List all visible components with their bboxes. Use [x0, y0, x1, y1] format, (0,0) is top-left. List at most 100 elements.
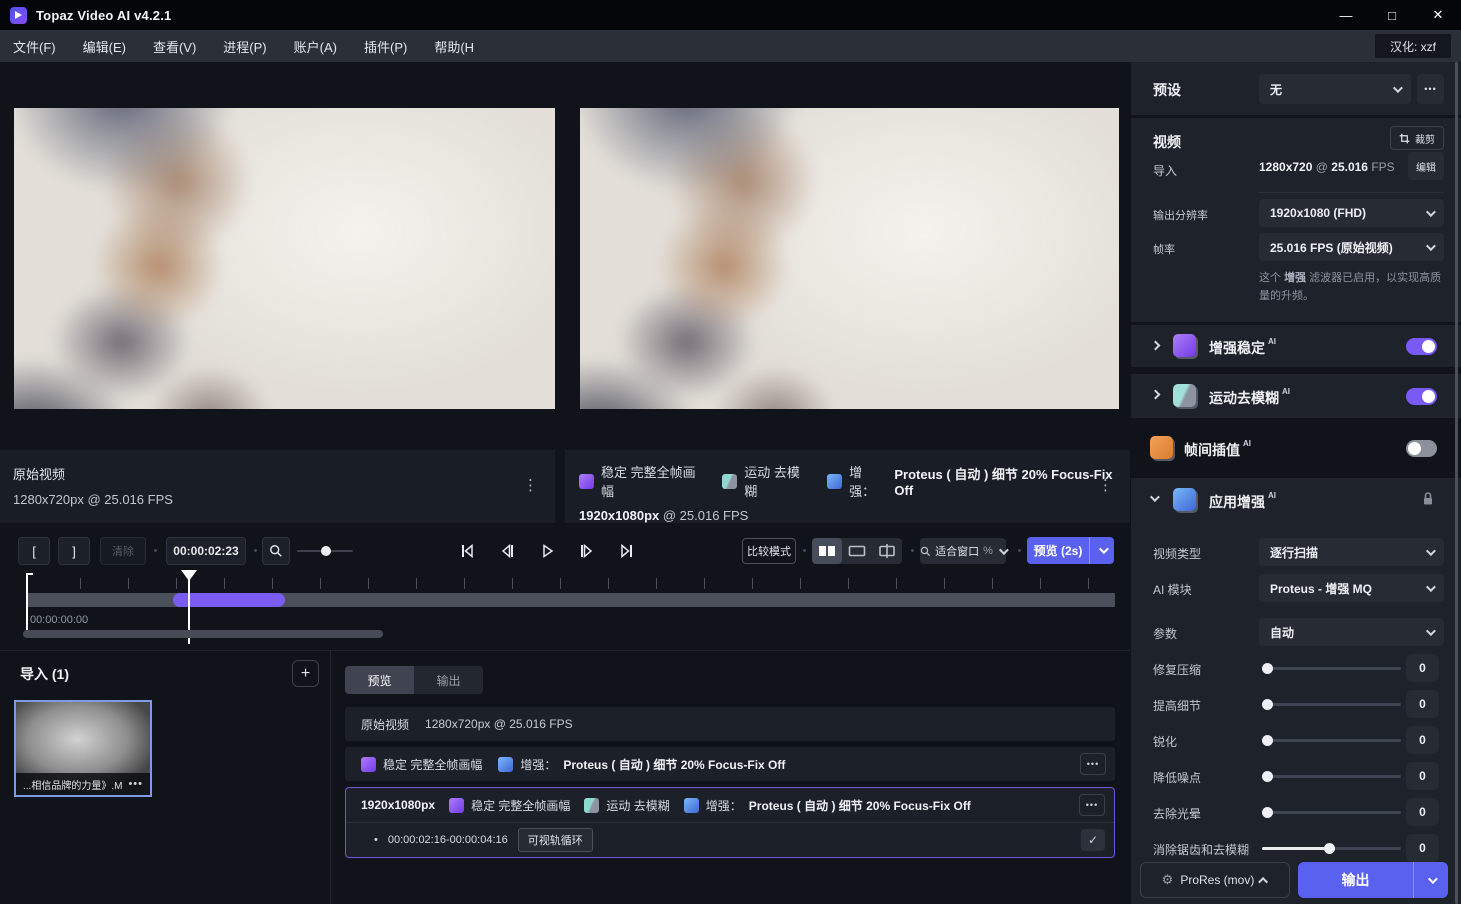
- dehalo-slider[interactable]: [1262, 811, 1401, 814]
- menu-file[interactable]: 文件(F): [13, 37, 56, 56]
- next-frame-button[interactable]: [578, 543, 596, 559]
- play-button[interactable]: [538, 543, 556, 559]
- stabilization-section[interactable]: 增强稳定AI: [1131, 325, 1461, 367]
- menu-view[interactable]: 查看(V): [153, 37, 196, 56]
- chevron-right-icon[interactable]: [1151, 341, 1161, 351]
- menu-help[interactable]: 帮助(H: [434, 37, 474, 56]
- detail-slider[interactable]: [1262, 703, 1401, 706]
- enhancement-section: 应用增强AI 视频类型 逐行扫描 AI 模块 Proteus - 增强 MQ 参…: [1131, 478, 1461, 904]
- sidebar-scrollbar[interactable]: [1455, 62, 1458, 904]
- row-menu-button[interactable]: •••: [1079, 794, 1105, 816]
- denoise-value[interactable]: 0: [1406, 762, 1439, 790]
- original-caption-menu[interactable]: ⋮: [523, 476, 539, 494]
- split-view-button[interactable]: [872, 538, 902, 564]
- compare-mode-button[interactable]: 比较模式: [742, 538, 796, 564]
- topaz-video-ai-window: Topaz Video AI v4.2.1 — □ ✕ 文件(F) 编辑(E) …: [0, 0, 1461, 904]
- split-view-icon: [878, 543, 896, 559]
- tab-preview[interactable]: 预览: [345, 666, 414, 694]
- video-type-dropdown[interactable]: 逐行扫描: [1259, 538, 1444, 566]
- single-view-icon: [848, 545, 866, 557]
- skip-to-start-button[interactable]: [458, 543, 476, 559]
- preview-button[interactable]: 预览 (2s): [1027, 537, 1114, 564]
- parameters-dropdown[interactable]: 自动: [1259, 618, 1444, 646]
- chevron-right-icon[interactable]: [1151, 390, 1161, 400]
- processed-caption-menu[interactable]: ⋮: [1098, 476, 1114, 494]
- preview-row-1[interactable]: 稳定 完整全帧画幅 增强： Proteus ( 自动 ) 细节 20% Focu…: [345, 747, 1115, 781]
- preview-row-selected[interactable]: 1920x1080px 稳定 完整全帧画幅 运动 去模糊 增强： Proteus…: [345, 787, 1115, 858]
- fit-to-window-dropdown[interactable]: 适合窗口 %: [920, 538, 1006, 564]
- stabilization-toggle[interactable]: [1406, 338, 1437, 355]
- single-view-button[interactable]: [842, 538, 872, 564]
- edit-button[interactable]: 编辑: [1408, 152, 1444, 180]
- import-label: 导入: [1153, 162, 1177, 179]
- denoise-slider[interactable]: [1262, 775, 1401, 778]
- previous-frame-button[interactable]: [498, 543, 516, 559]
- clear-button[interactable]: 清除: [100, 537, 146, 565]
- app-logo-icon: [10, 7, 27, 24]
- compression-slider[interactable]: [1262, 667, 1401, 670]
- visible-track-loop-badge[interactable]: 可视轨循环: [518, 828, 593, 852]
- stabilization-icon: [361, 757, 376, 772]
- frame-rate-dropdown[interactable]: 25.016 FPS (原始视频): [1259, 233, 1444, 261]
- preset-menu-button[interactable]: •••: [1417, 74, 1444, 104]
- sharpen-value[interactable]: 0: [1406, 726, 1439, 754]
- add-import-button[interactable]: +: [292, 660, 319, 687]
- processed-video-preview[interactable]: [580, 108, 1119, 409]
- row-check-button[interactable]: ✓: [1081, 829, 1105, 851]
- frame-interpolation-toggle[interactable]: [1406, 440, 1437, 457]
- motion-deblur-toggle[interactable]: [1406, 388, 1437, 405]
- zoom-tool-button[interactable]: [262, 537, 290, 565]
- antialias-deblur-value[interactable]: 0: [1406, 834, 1439, 862]
- frame-interpolation-section[interactable]: 帧间插值AI: [1131, 426, 1461, 470]
- timeline-scrollbar[interactable]: [23, 630, 383, 638]
- tab-output[interactable]: 输出: [414, 666, 483, 694]
- menu-process[interactable]: 进程(P): [223, 37, 266, 56]
- sharpen-label: 锐化: [1153, 733, 1177, 750]
- timecode-field[interactable]: 00:00:02:23: [166, 537, 246, 565]
- menu-edit[interactable]: 编辑(E): [83, 37, 126, 56]
- playhead-handle[interactable]: [181, 570, 197, 581]
- import-item-menu[interactable]: •••: [128, 778, 143, 790]
- export-options-button[interactable]: [1414, 877, 1448, 884]
- view-mode-group: [812, 538, 902, 564]
- antialias-deblur-slider[interactable]: [1262, 847, 1401, 850]
- skip-to-end-button[interactable]: [618, 543, 636, 559]
- close-button[interactable]: ✕: [1415, 0, 1461, 30]
- processed-resolution: 1920x1080px: [579, 508, 659, 523]
- motion-deblur-section[interactable]: 运动去模糊AI: [1131, 374, 1461, 418]
- preview-options-button[interactable]: [1090, 547, 1114, 554]
- set-out-point-button[interactable]: ]: [58, 537, 90, 565]
- import-thumbnail[interactable]: ...相信品牌的力量》.MP4 •••: [14, 700, 152, 797]
- chevron-down-icon[interactable]: [1150, 492, 1160, 502]
- zoom-slider-knob[interactable]: [321, 546, 331, 556]
- detail-label: 提高细节: [1153, 697, 1201, 714]
- chevron-down-icon: [1427, 874, 1437, 884]
- original-video-preview[interactable]: [14, 108, 555, 409]
- set-in-point-button[interactable]: [: [18, 537, 50, 565]
- menu-account[interactable]: 账户(A): [294, 37, 337, 56]
- stabilization-chip: 稳定 完整全帧画幅: [361, 756, 482, 773]
- detail-value[interactable]: 0: [1406, 690, 1439, 718]
- output-resolution-dropdown[interactable]: 1920x1080 (FHD): [1259, 199, 1444, 227]
- side-by-side-icon: [818, 545, 836, 557]
- ai-model-label: AI 模块: [1153, 581, 1192, 598]
- export-button[interactable]: 输出: [1298, 862, 1448, 898]
- crop-button[interactable]: 裁剪: [1390, 126, 1444, 150]
- row-menu-button[interactable]: •••: [1080, 753, 1106, 775]
- maximize-button[interactable]: □: [1369, 0, 1415, 30]
- compression-value[interactable]: 0: [1406, 654, 1439, 682]
- output-format-button[interactable]: ⚙ ProRes (mov): [1140, 862, 1290, 898]
- video-section: 视频 裁剪 导入 1280x720 @ 25.016 FPS 编辑 输出分辨率 …: [1131, 118, 1461, 322]
- zoom-slider[interactable]: [297, 550, 353, 552]
- menu-plugins[interactable]: 插件(P): [364, 37, 407, 56]
- dehalo-value[interactable]: 0: [1406, 798, 1439, 826]
- preview-row-original[interactable]: 原始视频 1280x720px @ 25.016 FPS: [345, 707, 1115, 741]
- enhancement-icon: [1173, 488, 1196, 511]
- stabilization-chip: 稳定 完整全帧画幅: [579, 462, 706, 500]
- sharpen-slider[interactable]: [1262, 739, 1401, 742]
- minimize-button[interactable]: —: [1323, 0, 1369, 30]
- chevron-down-icon: [1426, 626, 1436, 636]
- ai-model-dropdown[interactable]: Proteus - 增强 MQ: [1259, 574, 1444, 602]
- side-by-side-view-button[interactable]: [812, 538, 842, 564]
- preset-dropdown[interactable]: 无: [1259, 74, 1411, 104]
